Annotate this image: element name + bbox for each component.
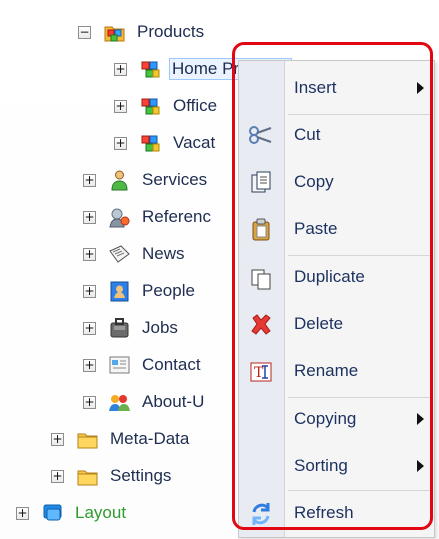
tree-item-contact[interactable]: + Contact (83, 351, 204, 379)
menu-label-sorting: Sorting (294, 456, 348, 475)
tree-item-products[interactable]: − Products (78, 18, 207, 46)
news-icon (108, 243, 131, 266)
expand-expander[interactable]: + (51, 469, 64, 483)
rename-icon: T (247, 358, 275, 386)
folder-icon (76, 465, 99, 488)
menu-label-rename: Rename (294, 361, 359, 380)
expand-expander[interactable]: + (114, 62, 127, 76)
collapse-expander[interactable]: − (78, 25, 91, 39)
copy-icon (247, 169, 275, 197)
paste-icon (247, 216, 275, 244)
person-icon (108, 169, 131, 192)
tree-label-layout: Layout (75, 503, 127, 522)
submenu-arrow-icon (417, 460, 424, 472)
tree-item-services[interactable]: + Services (83, 166, 210, 194)
scissors-icon (247, 122, 275, 150)
tree-item-jobs[interactable]: + Jobs (83, 314, 181, 342)
submenu-arrow-icon (417, 413, 424, 425)
tree-label-contact: Contact (142, 355, 201, 374)
tree-label-news: News (142, 244, 185, 263)
tree-label-office: Office (173, 96, 218, 115)
menu-label-paste: Paste (294, 219, 338, 238)
tree-item-references[interactable]: + Referenc (83, 203, 214, 231)
tree-label-settings: Settings (110, 466, 172, 485)
tree-label-products: Products (137, 22, 205, 41)
tree-item-office[interactable]: + Office (114, 92, 220, 120)
tree-item-about-us[interactable]: + About-U (83, 388, 207, 416)
submenu-arrow-icon (417, 82, 424, 94)
duplicate-icon (247, 264, 275, 292)
tree-item-news[interactable]: + News (83, 240, 188, 268)
menu-label-copy: Copy (294, 172, 334, 191)
expand-expander[interactable]: + (114, 136, 127, 150)
menu-item-cut[interactable]: Cut (239, 113, 434, 158)
site-tree-screen: − Products + Home Products + Office + Va… (0, 0, 439, 539)
products-folder-icon (103, 21, 126, 44)
product-cubes-icon (139, 58, 162, 81)
tree-label-people: People (142, 281, 195, 300)
about-us-icon (108, 391, 131, 414)
jobs-icon (108, 317, 131, 340)
layout-icon (41, 502, 64, 525)
expand-expander[interactable]: + (114, 99, 127, 113)
menu-item-sorting[interactable]: Sorting (239, 444, 434, 489)
menu-label-cut: Cut (294, 125, 321, 144)
expand-expander[interactable]: + (83, 284, 96, 298)
menu-item-insert[interactable]: Insert (239, 66, 434, 111)
menu-item-rename[interactable]: T Rename (239, 349, 434, 394)
product-cubes-icon (139, 132, 162, 155)
refresh-icon (247, 500, 275, 528)
menu-item-delete[interactable]: Delete (239, 302, 434, 347)
expand-expander[interactable]: + (51, 432, 64, 446)
menu-item-copying[interactable]: Copying (239, 397, 434, 442)
tree-item-settings[interactable]: + Settings (51, 462, 174, 490)
delete-x-icon (247, 311, 275, 339)
menu-label-copying: Copying (294, 409, 357, 428)
tree-label-about-us: About-U (142, 392, 205, 411)
expand-expander[interactable]: + (83, 321, 96, 335)
tree-item-people[interactable]: + People (83, 277, 198, 305)
expand-expander[interactable]: + (83, 247, 96, 261)
product-cubes-icon (139, 95, 162, 118)
context-menu: Insert Cut Copy Paste Duplicate Delete T… (238, 60, 435, 538)
tree-item-layout[interactable]: + Layout (16, 499, 129, 527)
expand-expander[interactable]: + (83, 358, 96, 372)
menu-label-duplicate: Duplicate (294, 267, 365, 286)
folder-icon (76, 428, 99, 451)
menu-item-paste[interactable]: Paste (239, 207, 434, 252)
expand-expander[interactable]: + (83, 210, 96, 224)
menu-label-refresh: Refresh (294, 503, 354, 522)
menu-item-copy[interactable]: Copy (239, 160, 434, 205)
expand-expander[interactable]: + (83, 173, 96, 187)
reference-icon (108, 206, 131, 229)
tree-label-meta-data: Meta-Data (110, 429, 190, 448)
expand-expander[interactable]: + (83, 395, 96, 409)
expand-expander[interactable]: + (16, 506, 29, 520)
tree-label-jobs: Jobs (142, 318, 178, 337)
tree-item-vacation[interactable]: + Vacat (114, 129, 218, 157)
tree-label-services: Services (142, 170, 208, 189)
menu-label-insert: Insert (294, 78, 337, 97)
contact-icon (108, 354, 131, 377)
menu-item-duplicate[interactable]: Duplicate (239, 255, 434, 300)
tree-label-references: Referenc (142, 207, 211, 226)
people-icon (108, 280, 131, 303)
menu-item-refresh[interactable]: Refresh (239, 491, 434, 536)
tree-item-meta-data[interactable]: + Meta-Data (51, 425, 192, 453)
menu-label-delete: Delete (294, 314, 344, 333)
tree-label-vacation: Vacat (173, 133, 216, 152)
